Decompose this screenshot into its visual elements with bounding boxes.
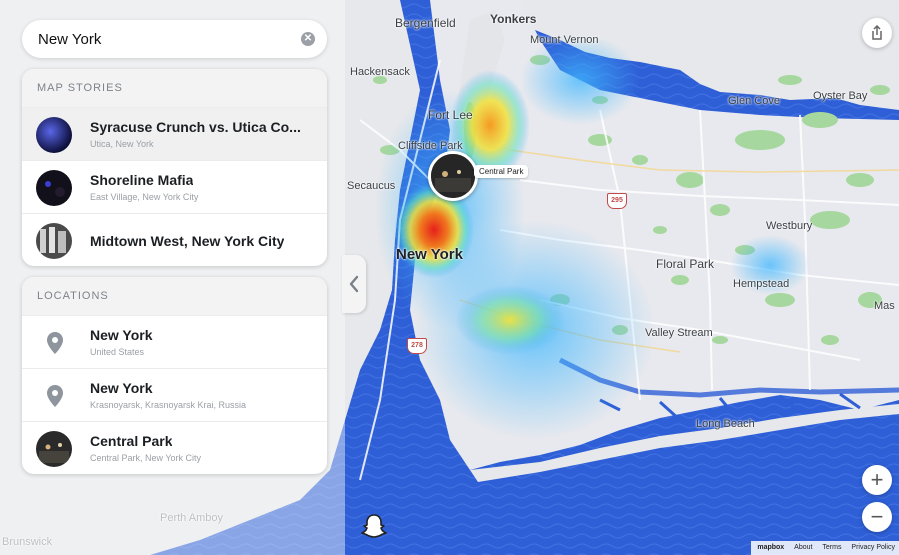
story-bubble-label: Central Park: [474, 165, 529, 178]
story-subtitle: Utica, New York: [90, 139, 154, 149]
location-title: Central Park: [90, 433, 173, 449]
map-label-secaucus: Secaucus: [347, 180, 396, 192]
clear-icon[interactable]: ✕: [301, 32, 315, 46]
map-label-mas: Mas: [874, 300, 895, 312]
highway-shield-295: 295: [607, 193, 627, 209]
story-thumbnail: [431, 154, 475, 198]
location-subtitle: United States: [90, 347, 145, 357]
locations-header: LOCATIONS: [22, 277, 327, 315]
map-label-valley-stream: Valley Stream: [645, 327, 713, 339]
zoom-out-button[interactable]: −: [862, 502, 892, 532]
location-item[interactable]: Central Park Central Park, New York City: [22, 421, 327, 474]
location-title: New York: [90, 327, 153, 343]
share-icon: [872, 24, 882, 40]
map-label-oyster-bay: Oyster Bay: [813, 90, 868, 102]
story-title: Syracuse Crunch vs. Utica Co...: [90, 119, 301, 135]
map-label-yonkers: Yonkers: [490, 12, 537, 26]
zoom-in-label: +: [870, 467, 884, 492]
place-photo: [36, 431, 72, 467]
location-title: New York: [90, 380, 153, 396]
search-bar: ✕: [22, 20, 327, 58]
map-label-hackensack: Hackensack: [350, 66, 410, 78]
map-label-glen-cove: Glen Cove: [728, 95, 780, 107]
map-label-new-york: New York: [396, 246, 463, 263]
zoom-out-label: −: [870, 504, 884, 529]
map-label-westbury: Westbury: [766, 220, 813, 232]
map-label-fort-lee: Fort Lee: [428, 108, 473, 122]
zoom-in-button[interactable]: +: [862, 465, 892, 495]
map-label-bergenfield: Bergenfield: [395, 16, 456, 30]
locations-card: LOCATIONS New York United States New Yor…: [22, 277, 327, 474]
story-thumbnail: [36, 223, 72, 259]
map-stories-header: MAP STORIES: [22, 69, 327, 107]
about-link[interactable]: About: [794, 544, 812, 551]
map-label-floral-park: Floral Park: [656, 257, 715, 271]
privacy-link[interactable]: Privacy Policy: [851, 544, 895, 551]
location-item[interactable]: New York Krasnoyarsk, Krasnoyarsk Krai, …: [22, 368, 327, 421]
story-title: Midtown West, New York City: [90, 233, 285, 249]
snapchat-ghost-icon[interactable]: [360, 512, 388, 540]
map-label-long-beach: Long Beach: [696, 418, 755, 430]
story-bubble-central-park[interactable]: [428, 151, 478, 201]
location-subtitle: Central Park, New York City: [90, 453, 202, 463]
chevron-left-icon: [349, 275, 359, 293]
collapse-panel-button[interactable]: [342, 255, 366, 313]
mapbox-logo[interactable]: mapbox: [757, 544, 784, 551]
share-button[interactable]: [862, 18, 892, 48]
search-input[interactable]: [38, 20, 288, 58]
story-item[interactable]: Midtown West, New York City: [22, 213, 327, 266]
map-label-hempstead: Hempstead: [733, 278, 790, 290]
story-thumbnail: [36, 170, 72, 206]
map-label-mount-vernon: Mount Vernon: [530, 34, 599, 46]
location-pin-icon: [47, 385, 63, 407]
location-item[interactable]: New York United States: [22, 315, 327, 368]
story-title: Shoreline Mafia: [90, 172, 194, 188]
terms-link[interactable]: Terms: [822, 544, 841, 551]
location-pin-icon: [47, 332, 63, 354]
highway-shield-278: 278: [407, 338, 427, 354]
location-subtitle: Krasnoyarsk, Krasnoyarsk Krai, Russia: [90, 400, 247, 410]
story-item[interactable]: Shoreline Mafia East Village, New York C…: [22, 160, 327, 213]
map-stories-card: MAP STORIES Syracuse Crunch vs. Utica Co…: [22, 69, 327, 266]
story-subtitle: East Village, New York City: [90, 192, 199, 202]
story-item[interactable]: Syracuse Crunch vs. Utica Co... Utica, N…: [22, 107, 327, 160]
story-thumbnail: [36, 117, 72, 153]
map-attribution: mapbox About Terms Privacy Policy: [751, 541, 899, 555]
